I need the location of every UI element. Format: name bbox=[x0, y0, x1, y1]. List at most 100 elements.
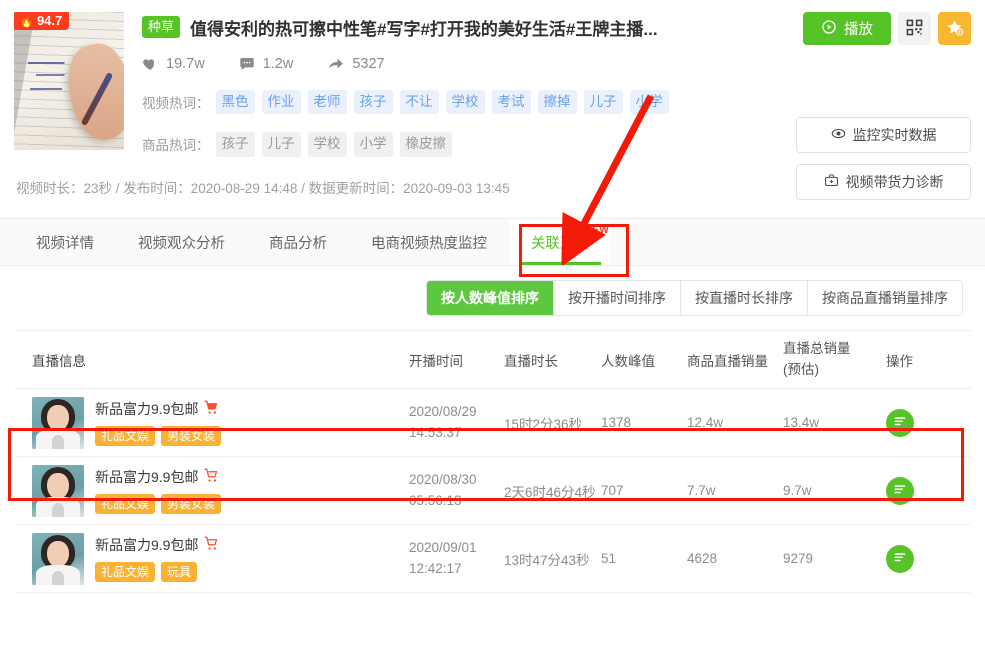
col-header-peak: 人数峰值 bbox=[601, 353, 655, 369]
video-keywords-list: 黑色 作业 老师 孩子 不让 学校 考试 擦掉 儿子 小学 bbox=[215, 90, 669, 115]
row-start-time: 2020/08/30 05:56:13 bbox=[409, 470, 504, 511]
detail-list-icon bbox=[893, 550, 907, 567]
col-header-action: 操作 bbox=[886, 353, 913, 369]
row-action-cell bbox=[882, 476, 971, 505]
row-product-sales: 12.4w bbox=[687, 415, 724, 430]
video-header: 🔥 94.7 种草 值得安利的热可擦中性笔#写字#打开我的美好生活#王牌主播..… bbox=[0, 0, 985, 218]
avatar bbox=[32, 464, 84, 517]
likes-value: 19.7w bbox=[166, 56, 205, 72]
sort-by-peak-viewers[interactable]: 按人数峰值排序 bbox=[427, 281, 554, 315]
monitor-realtime-label: 监控实时数据 bbox=[852, 127, 937, 143]
tab-ecommerce-heat-monitor[interactable]: 电商视频热度监控 bbox=[349, 219, 509, 265]
table-row[interactable]: 新品富力9.9包邮 礼品文娱 男装女装 2020/08/29 14:53:37 … bbox=[14, 389, 971, 457]
video-keyword[interactable]: 老师 bbox=[307, 90, 347, 115]
row-start-clock: 14:53:37 bbox=[409, 424, 462, 440]
video-keyword[interactable]: 儿子 bbox=[583, 90, 623, 115]
row-start-clock: 05:56:13 bbox=[409, 492, 462, 508]
product-keyword[interactable]: 孩子 bbox=[215, 132, 255, 157]
video-keyword[interactable]: 学校 bbox=[445, 90, 485, 115]
tab-label: 视频详情 bbox=[36, 235, 94, 252]
row-total-sales: 13.4w bbox=[783, 415, 820, 430]
cart-icon bbox=[204, 468, 219, 485]
col-header-product-sales: 商品直播销量 bbox=[687, 353, 768, 369]
live-room-name-row: 新品富力9.9包邮 bbox=[95, 535, 219, 555]
row-duration: 15时2分36秒 bbox=[504, 416, 583, 432]
col-header-duration: 直播时长 bbox=[504, 353, 558, 369]
table-row[interactable]: 新品富力9.9包邮 礼品文娱 玩具 2020/09/01 12:42:17 13… bbox=[14, 525, 971, 593]
product-keyword[interactable]: 橡皮擦 bbox=[399, 132, 452, 157]
comments-value: 1.2w bbox=[262, 56, 294, 72]
product-keyword[interactable]: 学校 bbox=[307, 132, 347, 157]
favorite-button[interactable] bbox=[938, 12, 971, 45]
detail-list-icon-button[interactable] bbox=[886, 544, 914, 573]
col-header-total-sales: 直播总销量 (预估) bbox=[783, 339, 882, 380]
live-room-name: 新品富力9.9包邮 bbox=[95, 468, 199, 485]
row-start-date: 2020/08/29 bbox=[409, 404, 477, 420]
play-button[interactable]: 播放 bbox=[803, 12, 891, 45]
video-keyword[interactable]: 不让 bbox=[399, 90, 439, 115]
eye-icon bbox=[831, 126, 846, 144]
tab-product-analysis[interactable]: 商品分析 bbox=[247, 219, 349, 265]
video-keyword[interactable]: 作业 bbox=[261, 90, 301, 115]
sort-bar: 按人数峰值排序 按开播时间排序 按直播时长排序 按商品直播销量排序 bbox=[0, 266, 985, 316]
row-tag: 男装女装 bbox=[161, 425, 222, 447]
video-sales-diagnosis-button[interactable]: 视频带货力诊断 bbox=[796, 164, 971, 200]
video-keyword[interactable]: 黑色 bbox=[215, 90, 255, 115]
tab-label: 关联直播 bbox=[531, 235, 589, 252]
flame-icon: 🔥 bbox=[19, 13, 34, 28]
tab-linked-live[interactable]: 关联直播 NEW bbox=[509, 219, 611, 265]
row-tags: 礼品文娱 玩具 bbox=[95, 561, 219, 583]
play-button-label: 播放 bbox=[844, 22, 873, 38]
row-total-sales: 9279 bbox=[783, 551, 814, 566]
video-keyword[interactable]: 小学 bbox=[629, 90, 669, 115]
hot-score-value: 94.7 bbox=[36, 13, 63, 28]
tab-audience-analysis[interactable]: 视频观众分析 bbox=[116, 219, 247, 265]
row-peak: 707 bbox=[601, 483, 624, 498]
live-room-name-row: 新品富力9.9包邮 bbox=[95, 399, 221, 419]
row-tags: 礼品文娱 男装女装 bbox=[95, 425, 222, 447]
monitor-realtime-button[interactable]: 监控实时数据 bbox=[796, 117, 971, 153]
hot-score-badge: 🔥 94.7 bbox=[14, 12, 70, 30]
sort-by-product-sales[interactable]: 按商品直播销量排序 bbox=[808, 281, 962, 315]
row-duration: 13时47分43秒 bbox=[504, 552, 590, 568]
video-keyword[interactable]: 孩子 bbox=[353, 90, 393, 115]
header-actions: 播放 监控实时数据 视频带货力诊断 bbox=[796, 12, 971, 200]
product-keyword[interactable]: 儿子 bbox=[261, 132, 301, 157]
video-sales-diagnosis-label: 视频带货力诊断 bbox=[845, 174, 944, 190]
stat-likes: 19.7w bbox=[142, 56, 205, 72]
product-keywords-list: 孩子 儿子 学校 小学 橡皮擦 bbox=[215, 132, 452, 157]
qrcode-button[interactable] bbox=[898, 12, 931, 45]
cart-icon bbox=[204, 536, 219, 553]
sort-by-start-time[interactable]: 按开播时间排序 bbox=[554, 281, 681, 315]
row-duration: 2天6时46分4秒 bbox=[504, 484, 596, 500]
new-badge: NEW bbox=[584, 225, 609, 236]
comment-icon bbox=[239, 56, 255, 72]
video-keyword[interactable]: 考试 bbox=[491, 90, 531, 115]
col-header-total-sales-line2: (预估) bbox=[783, 361, 819, 377]
shares-value: 5327 bbox=[352, 56, 385, 72]
detail-list-icon bbox=[893, 414, 907, 431]
video-keywords-label: 视频热词： bbox=[142, 96, 210, 112]
row-tags: 礼品文娱 男装女装 bbox=[95, 493, 222, 515]
sort-by-duration[interactable]: 按直播时长排序 bbox=[681, 281, 808, 315]
col-header-total-sales-line1: 直播总销量 bbox=[783, 341, 851, 357]
row-info-cell: 新品富力9.9包邮 礼品文娱 男装女装 bbox=[14, 396, 409, 449]
tab-label: 电商视频热度监控 bbox=[371, 235, 487, 252]
row-info-cell: 新品富力9.9包邮 礼品文娱 男装女装 bbox=[14, 464, 409, 517]
row-product-sales: 7.7w bbox=[687, 483, 716, 498]
video-thumbnail[interactable]: 🔥 94.7 bbox=[14, 12, 124, 150]
row-action-cell bbox=[882, 408, 971, 437]
tab-video-detail[interactable]: 视频详情 bbox=[14, 219, 116, 265]
table-row[interactable]: 新品富力9.9包邮 礼品文娱 男装女装 2020/08/30 05:56:13 … bbox=[14, 457, 971, 525]
detail-list-icon-button[interactable] bbox=[886, 408, 914, 437]
row-product-sales: 4628 bbox=[687, 551, 718, 566]
row-start-time: 2020/08/29 14:53:37 bbox=[409, 402, 504, 443]
detail-list-icon-button[interactable] bbox=[886, 476, 914, 505]
product-keyword[interactable]: 小学 bbox=[353, 132, 393, 157]
qrcode-icon bbox=[906, 19, 923, 39]
live-sessions-table: 直播信息 开播时间 直播时长 人数峰值 商品直播销量 直播总销量 (预估) 操作… bbox=[14, 330, 971, 593]
row-start-date: 2020/09/01 bbox=[409, 540, 477, 556]
video-keyword[interactable]: 擦掉 bbox=[537, 90, 577, 115]
col-header-info: 直播信息 bbox=[32, 353, 86, 369]
briefcase-icon bbox=[824, 173, 839, 191]
